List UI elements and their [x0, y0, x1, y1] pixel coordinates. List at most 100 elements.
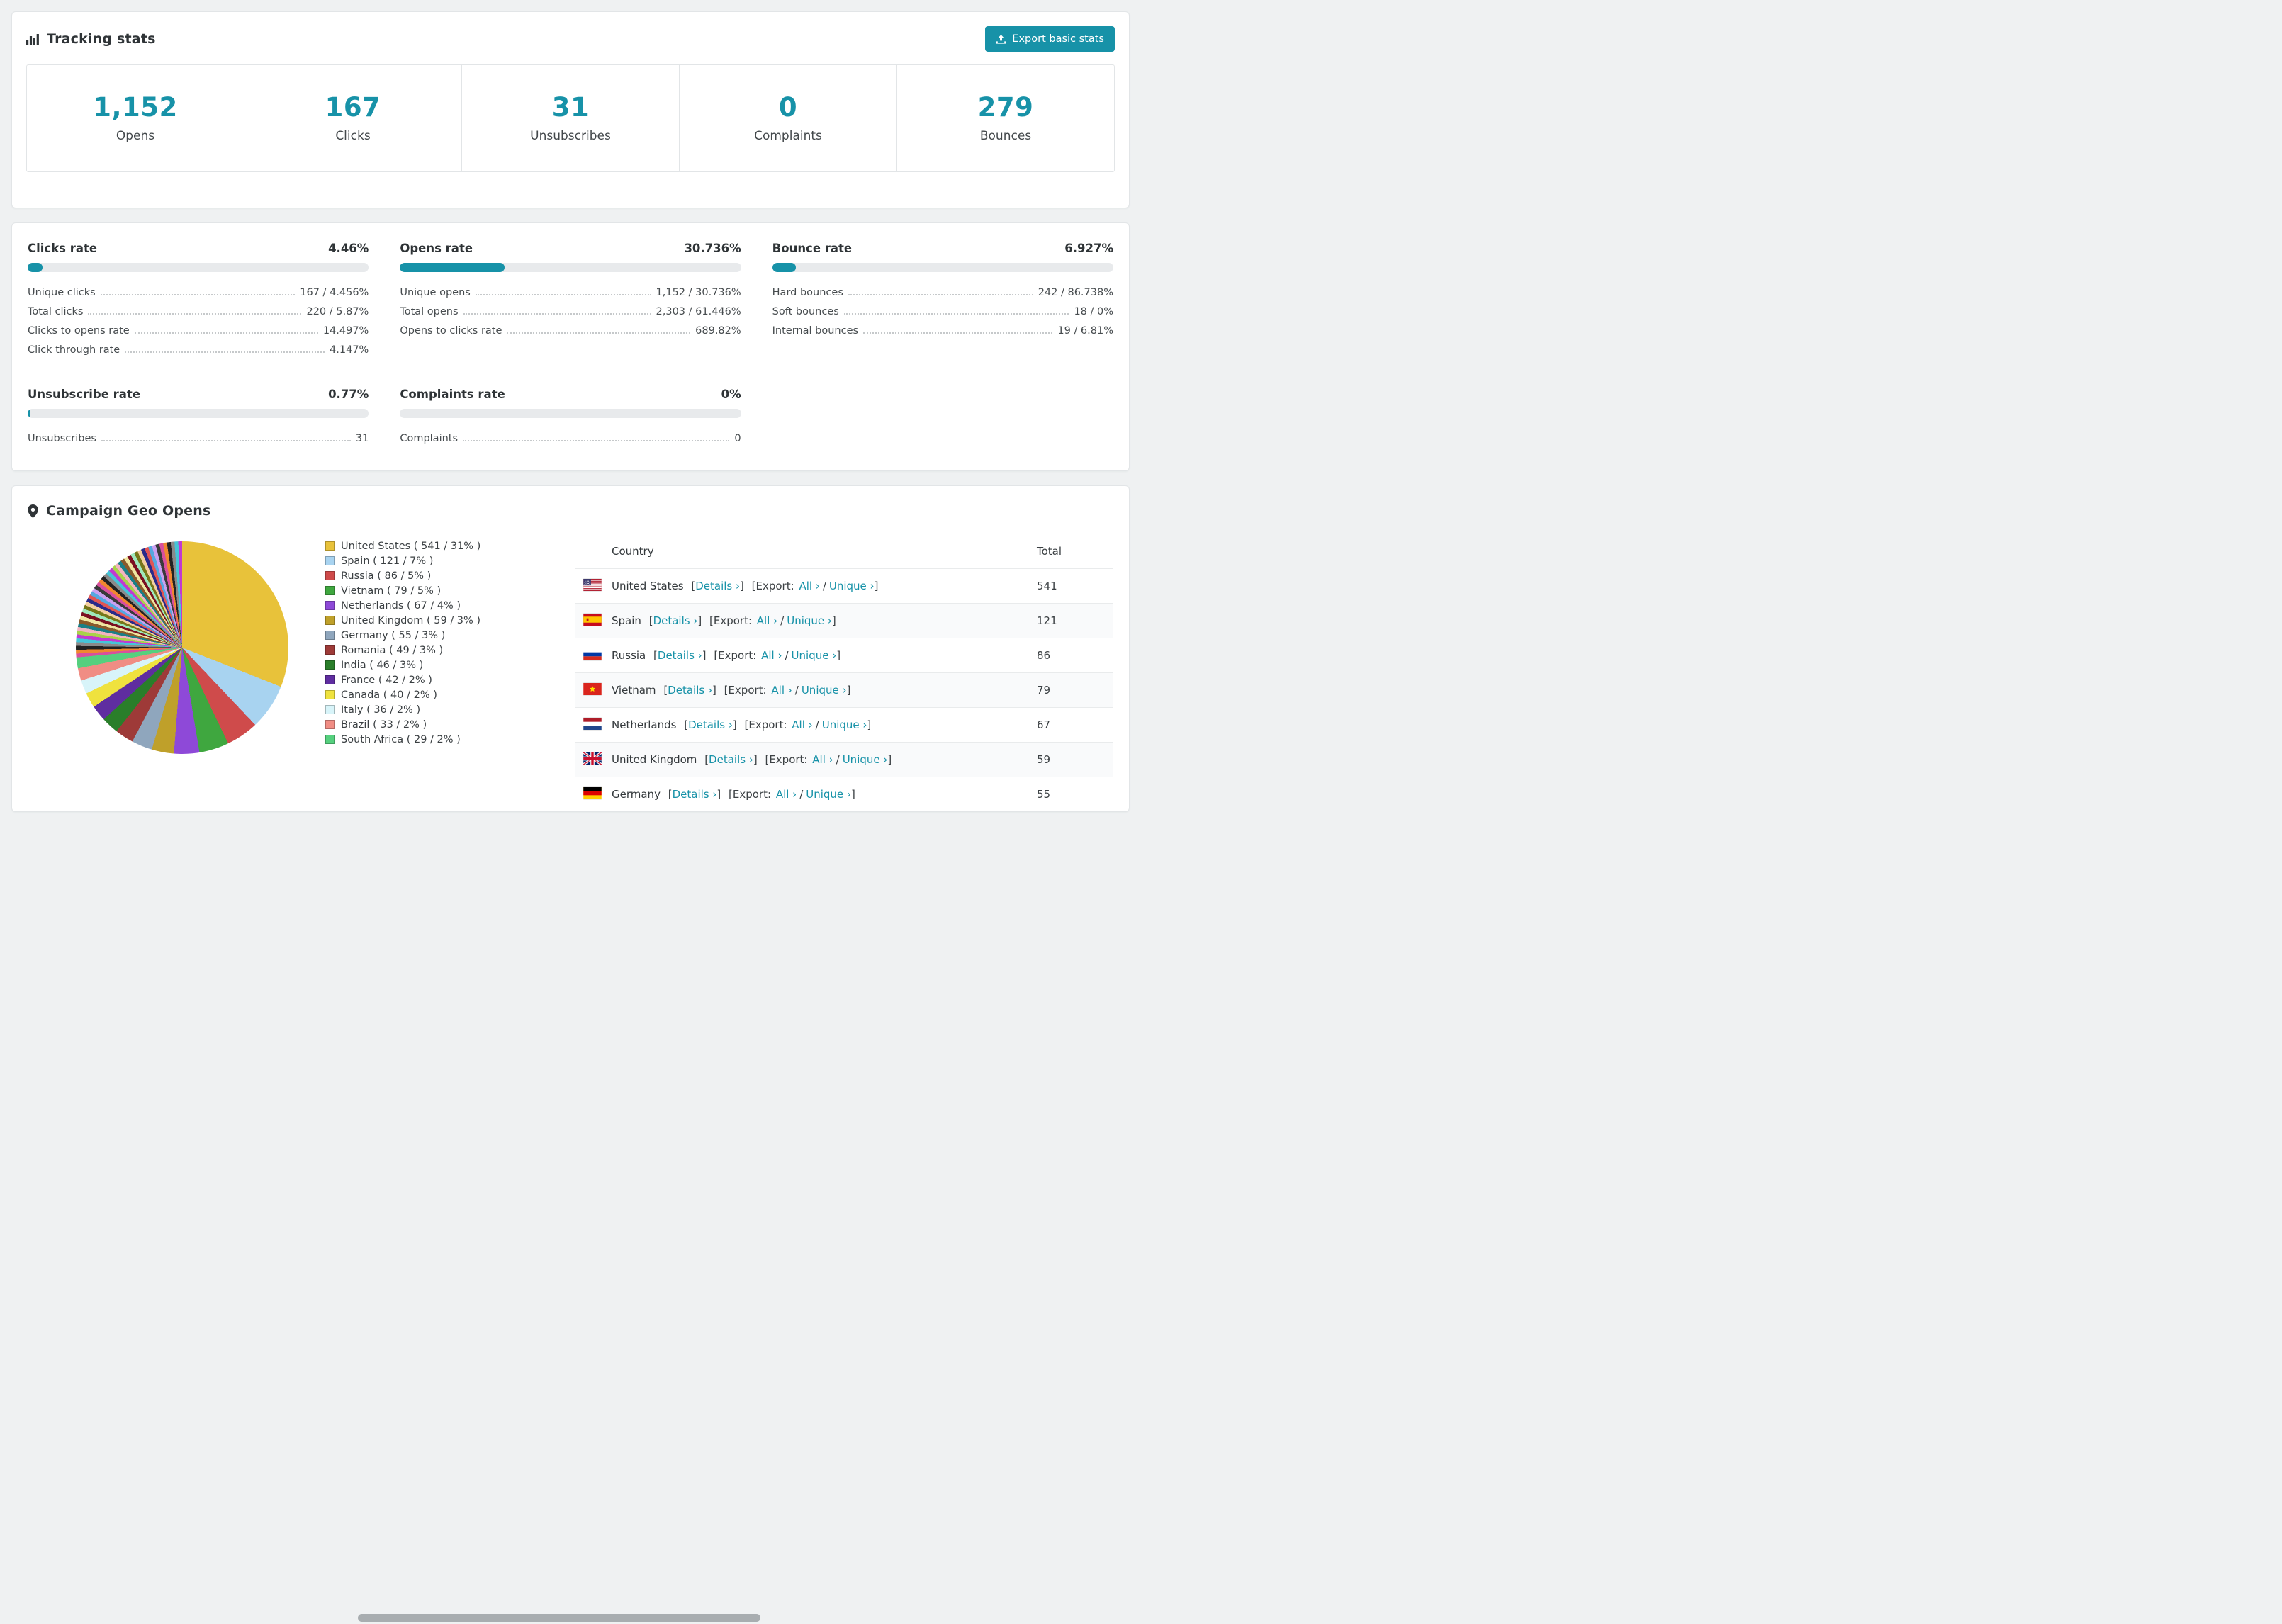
rate-progress-track: [400, 409, 741, 418]
rate-detail-value: 220 / 5.87%: [306, 305, 369, 317]
geo-table-header: Country Total: [575, 534, 1113, 568]
details-link[interactable]: Details ›: [673, 788, 717, 801]
export-unique-link[interactable]: Unique ›: [829, 580, 875, 592]
legend-label: United States ( 541 / 31% ): [341, 540, 481, 552]
rate-detail-label: Opens to clicks rate: [400, 325, 502, 337]
details-link[interactable]: Details ›: [695, 580, 740, 592]
export-basic-stats-button[interactable]: Export basic stats: [985, 26, 1115, 52]
horizontal-scrollbar-thumb[interactable]: [358, 1614, 760, 1622]
slash: /: [780, 614, 785, 627]
rate-detail-label: Complaints: [400, 432, 459, 444]
rate-block: Opens rate 30.736% Unique opens 1,152 / …: [400, 242, 741, 359]
export-all-link[interactable]: All ›: [776, 788, 797, 801]
details-link[interactable]: Details ›: [658, 649, 702, 662]
country-total: 121: [1037, 614, 1057, 627]
rate-progress-track: [400, 263, 741, 272]
details-link[interactable]: Details ›: [668, 684, 712, 697]
export-unique-link[interactable]: Unique ›: [806, 788, 851, 801]
campaign-geo-opens-title: Campaign Geo Opens: [28, 503, 210, 519]
bracket: [: [751, 580, 756, 592]
stat-box: 0 Complaints: [679, 65, 896, 171]
legend-color-swatch: [325, 586, 335, 595]
rate-detail-row: Unique opens 1,152 / 30.736%: [400, 283, 741, 302]
rate-detail-value: 689.82%: [695, 325, 741, 337]
rate-detail-label: Unsubscribes: [28, 432, 96, 444]
flag-es-icon: [583, 613, 602, 626]
geo-table-row: Vietnam [Details ›] [Export: All › / Uniqu…: [575, 672, 1113, 707]
rate-block: Bounce rate 6.927% Hard bounces 242 / 86…: [772, 242, 1113, 359]
tracking-stats-card: Tracking stats Export basic stats 1,152 …: [11, 11, 1130, 208]
country-name: Netherlands: [612, 718, 677, 731]
details-link[interactable]: Details ›: [653, 614, 698, 627]
geo-table-row: United Kingdom [Details ›] [Export: All …: [575, 742, 1113, 777]
details-link[interactable]: Details ›: [688, 718, 733, 731]
rate-block: Complaints rate 0% Complaints 0: [400, 388, 741, 448]
slash: /: [836, 753, 840, 766]
legend-label: United Kingdom ( 59 / 3% ): [341, 614, 481, 626]
export-all-link[interactable]: All ›: [812, 753, 833, 766]
geo-table-row: Russia [Details ›] [Export: All › / Unique…: [575, 638, 1113, 672]
stat-box: 31 Unsubscribes: [461, 65, 679, 171]
country-total: 541: [1037, 580, 1057, 592]
dotted-leader: [101, 439, 351, 441]
bracket: ]: [831, 614, 836, 627]
legend-label: Spain ( 121 / 7% ): [341, 555, 434, 567]
rate-title: Bounce rate: [772, 242, 853, 255]
export-unique-link[interactable]: Unique ›: [802, 684, 847, 697]
legend-item: France ( 42 / 2% ): [325, 672, 575, 687]
slash: /: [815, 718, 819, 731]
export-unique-link[interactable]: Unique ›: [792, 649, 837, 662]
bracket: ]: [850, 788, 855, 801]
rate-detail-value: 4.147%: [330, 344, 369, 356]
bracket: [: [729, 788, 733, 801]
legend-color-swatch: [325, 690, 335, 699]
legend-color-swatch: [325, 705, 335, 714]
details-link[interactable]: Details ›: [709, 753, 753, 766]
legend-color-swatch: [325, 601, 335, 610]
legend-item: Vietnam ( 79 / 5% ): [325, 583, 575, 598]
legend-color-swatch: [325, 645, 335, 655]
legend-color-swatch: [325, 675, 335, 684]
export-basic-stats-label: Export basic stats: [1012, 33, 1104, 45]
export-all-link[interactable]: All ›: [799, 580, 819, 592]
geo-table-header-total: Total: [1037, 545, 1062, 558]
stat-label: Unsubscribes: [530, 129, 611, 143]
dotted-leader: [475, 293, 651, 295]
export-prefix: Export:: [748, 718, 787, 731]
stat-label: Bounces: [979, 129, 1032, 143]
bracket: ]: [874, 580, 879, 592]
rate-value: 0%: [721, 388, 741, 401]
export-all-link[interactable]: All ›: [771, 684, 792, 697]
campaign-geo-opens-card: Campaign Geo Opens United States ( 541 /…: [11, 485, 1130, 812]
export-unique-link[interactable]: Unique ›: [843, 753, 888, 766]
bracket: ]: [716, 788, 721, 801]
legend-item: Canada ( 40 / 2% ): [325, 687, 575, 702]
export-all-link[interactable]: All ›: [761, 649, 782, 662]
country-name: Spain: [612, 614, 641, 627]
rate-detail-value: 19 / 6.81%: [1057, 325, 1113, 337]
country-total: 79: [1037, 684, 1051, 697]
export-unique-link[interactable]: Unique ›: [787, 614, 832, 627]
flag-nl-icon: [583, 717, 602, 730]
dotted-leader: [125, 351, 325, 353]
stat-label: Complaints: [754, 129, 822, 143]
slash: /: [822, 580, 826, 592]
flag-ru-icon: [583, 648, 602, 660]
stat-label: Opens: [116, 129, 155, 143]
export-all-link[interactable]: All ›: [757, 614, 777, 627]
legend-label: Romania ( 49 / 3% ): [341, 644, 444, 656]
rate-detail-label: Internal bounces: [772, 325, 859, 337]
legend-label: Italy ( 36 / 2% ): [341, 704, 421, 716]
export-all-link[interactable]: All ›: [792, 718, 812, 731]
rate-progress-track: [772, 263, 1113, 272]
legend-color-swatch: [325, 571, 335, 580]
legend-label: Vietnam ( 79 / 5% ): [341, 585, 442, 597]
country-name: United States: [612, 580, 684, 592]
export-unique-link[interactable]: Unique ›: [822, 718, 867, 731]
rate-detail-label: Total opens: [400, 305, 459, 317]
rate-detail-row: Soft bounces 18 / 0%: [772, 302, 1113, 321]
export-upload-icon: [996, 34, 1006, 45]
rate-detail-value: 0: [734, 432, 741, 444]
geo-table-row: Germany [Details ›] [Export: All › / Uniqu…: [575, 777, 1113, 811]
export-prefix: Export:: [728, 684, 767, 697]
